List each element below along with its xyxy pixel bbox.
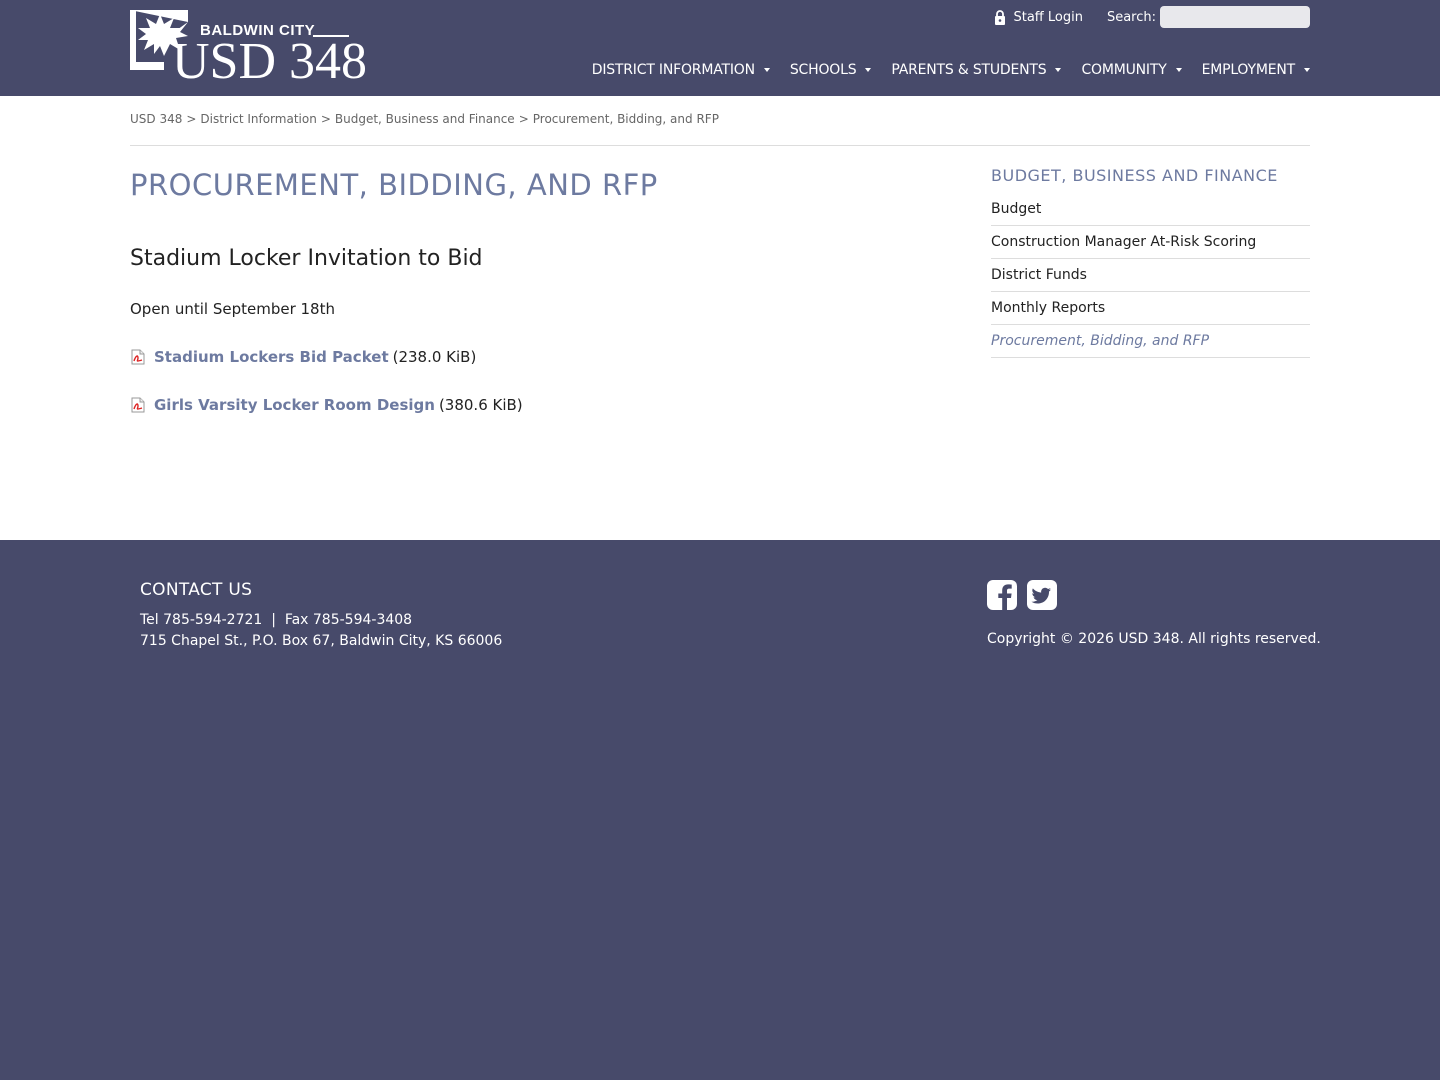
logo-big-text: USD 348 xyxy=(172,33,368,90)
site-header: BALDWIN CITY USD 348 Staff Login Search:… xyxy=(0,0,1440,96)
nav-label: SCHOOLS xyxy=(789,62,857,78)
content-heading: Stadium Locker Invitation to Bid xyxy=(130,246,483,271)
breadcrumb-item[interactable]: Budget, Business and Finance xyxy=(335,112,515,126)
file-size: (238.0 KiB) xyxy=(392,348,477,366)
sidebar-title: BUDGET, BUSINESS AND FINANCE xyxy=(991,166,1278,185)
site-logo[interactable]: BALDWIN CITY USD 348 xyxy=(130,10,367,88)
main-nav: DISTRICT INFORMATION SCHOOLS PARENTS & S… xyxy=(572,62,1310,78)
file-link[interactable]: Stadium Lockers Bid Packet xyxy=(154,348,389,366)
utility-bar: Staff Login Search: xyxy=(994,5,1310,29)
copyright: Copyright © 2026 USD 348. All rights res… xyxy=(987,631,1321,647)
facebook-link[interactable] xyxy=(987,580,1017,610)
sidebar: BUDGET, BUSINESS AND FINANCE Budget Cons… xyxy=(991,166,1310,358)
file-item: Stadium Lockers Bid Packet (238.0 KiB) xyxy=(130,348,476,366)
nav-label: PARENTS & STUDENTS xyxy=(891,62,1047,78)
breadcrumb-item[interactable]: USD 348 xyxy=(130,112,182,126)
social-links xyxy=(987,580,1067,610)
pdf-icon xyxy=(131,397,145,413)
nav-parents-students[interactable]: PARENTS & STUDENTS xyxy=(891,62,1062,78)
file-item: Girls Varsity Locker Room Design (380.6 … xyxy=(130,396,523,414)
content-text: Open until September 18th xyxy=(130,300,335,318)
caret-down-icon xyxy=(1175,68,1182,72)
nav-label: DISTRICT INFORMATION xyxy=(591,62,755,78)
caret-down-icon xyxy=(1304,68,1310,72)
breadcrumb: USD 348 > District Information > Budget, Bus… xyxy=(130,112,719,126)
page-title: PROCUREMENT, BIDDING, AND RFP xyxy=(130,168,658,202)
search-box xyxy=(1160,6,1310,28)
breadcrumb-current: Procurement, Bidding, and RFP xyxy=(532,112,719,126)
contact-phones: Tel 785-594-2721 | Fax 785-594-3408 xyxy=(140,612,413,628)
sidebar-item-district-funds[interactable]: District Funds xyxy=(991,259,1310,292)
twitter-icon xyxy=(1027,580,1057,610)
main-content: USD 348 > District Information > Budget, Bus… xyxy=(0,96,1440,540)
contact-address: 715 Chapel St., P.O. Box 67, Baldwin Cit… xyxy=(140,633,503,649)
file-link[interactable]: Girls Varsity Locker Room Design xyxy=(154,396,435,414)
breadcrumb-item[interactable]: District Information xyxy=(200,112,316,126)
nav-label: COMMUNITY xyxy=(1081,62,1167,78)
breadcrumb-separator: > xyxy=(186,112,197,126)
site-footer: CONTACT US Tel 785-594-2721 | Fax 785-59… xyxy=(0,540,1440,1080)
caret-down-icon xyxy=(1055,68,1062,72)
divider xyxy=(130,145,1310,146)
nav-district-information[interactable]: DISTRICT INFORMATION xyxy=(592,62,770,78)
file-size: (380.6 KiB) xyxy=(438,396,523,414)
caret-down-icon xyxy=(763,68,770,72)
search-input[interactable] xyxy=(1160,6,1310,28)
caret-down-icon xyxy=(865,68,872,72)
nav-schools[interactable]: SCHOOLS xyxy=(790,62,872,78)
nav-employment[interactable]: EMPLOYMENT xyxy=(1202,62,1310,78)
pdf-icon xyxy=(131,349,145,365)
nav-community[interactable]: COMMUNITY xyxy=(1081,62,1182,78)
nav-label: EMPLOYMENT xyxy=(1201,62,1296,78)
search-label: Search: xyxy=(1106,9,1156,25)
staff-login-label: Staff Login xyxy=(1013,9,1083,25)
facebook-icon xyxy=(987,580,1017,610)
sidebar-item-construction-manager[interactable]: Construction Manager At-Risk Scoring xyxy=(991,226,1310,259)
breadcrumb-separator: > xyxy=(320,112,331,126)
sidebar-item-budget[interactable]: Budget xyxy=(991,193,1310,226)
lock-icon xyxy=(995,9,1006,25)
twitter-link[interactable] xyxy=(1027,580,1057,610)
sidebar-item-procurement[interactable]: Procurement, Bidding, and RFP xyxy=(991,325,1310,358)
sidebar-item-monthly-reports[interactable]: Monthly Reports xyxy=(991,292,1310,325)
staff-login-link[interactable]: Staff Login xyxy=(994,9,1083,25)
contact-title: CONTACT US xyxy=(140,580,253,600)
breadcrumb-separator: > xyxy=(518,112,529,126)
